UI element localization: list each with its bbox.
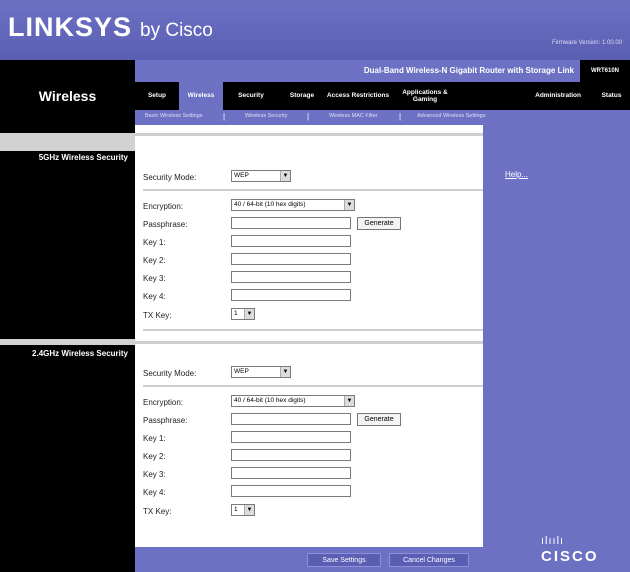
txkey-label-24ghz: TX Key: (143, 507, 172, 516)
subtab-basic-wireless-settings[interactable]: Basic Wireless Settings (145, 113, 202, 119)
main-tab-bar: Setup Wireless Security Storage Access R… (135, 82, 630, 110)
txkey-select-24ghz[interactable]: 1 ▼ (231, 504, 255, 516)
left-divider-top (0, 133, 135, 151)
subtab-advanced-wireless-settings[interactable]: Advanced Wireless Settings (417, 113, 485, 119)
chevron-down-icon: ▼ (344, 200, 354, 210)
key1-input-24ghz[interactable] (231, 431, 351, 443)
key3-label-24ghz: Key 3: (143, 470, 166, 479)
key4-input-24ghz[interactable] (231, 485, 351, 497)
header-banner: LINKSYS by Cisco Firmware Version: 1.00.… (0, 0, 630, 60)
key1-label-24ghz: Key 1: (143, 434, 166, 443)
encryption-label-5ghz: Encryption: (143, 202, 184, 211)
firmware-version: Firmware Version: 1.00.00 (551, 40, 622, 46)
key3-label-5ghz: Key 3: (143, 274, 166, 283)
subtab-wireless-security[interactable]: Wireless Security (245, 113, 287, 119)
page-section-title: Wireless (38, 88, 97, 104)
chevron-down-icon: ▼ (280, 367, 290, 377)
key1-label-5ghz: Key 1: (143, 238, 166, 247)
cisco-logo: CISCO (541, 548, 599, 565)
passphrase-label-24ghz: Passphrase: (143, 416, 188, 425)
generate-button-5ghz[interactable]: Generate (357, 217, 401, 230)
security-mode-label-24ghz: Security Mode: (143, 369, 197, 378)
key3-input-5ghz[interactable] (231, 271, 351, 283)
key2-label-5ghz: Key 2: (143, 256, 166, 265)
product-bar: Dual-Band Wireless-N Gigabit Router with… (135, 60, 630, 82)
section-divider (143, 385, 483, 387)
save-settings-button[interactable]: Save Settings (307, 553, 381, 567)
key2-label-24ghz: Key 2: (143, 452, 166, 461)
txkey-label-5ghz: TX Key: (143, 311, 172, 320)
security-mode-select-5ghz[interactable]: WEP ▼ (231, 170, 291, 182)
key1-input-5ghz[interactable] (231, 235, 351, 247)
cancel-changes-button[interactable]: Cancel Changes (389, 553, 469, 567)
help-link[interactable]: Help... (505, 170, 528, 179)
key4-label-24ghz: Key 4: (143, 488, 166, 497)
tab-administration[interactable]: Administration (459, 82, 593, 110)
help-column: Help... ılıılı CISCO (483, 125, 630, 572)
passphrase-input-24ghz[interactable] (231, 413, 351, 425)
section-divider (135, 133, 483, 136)
section-divider (135, 341, 483, 344)
passphrase-input-5ghz[interactable] (231, 217, 351, 229)
tab-applications-gaming[interactable]: Applications & Gaming (391, 82, 459, 110)
key2-input-5ghz[interactable] (231, 253, 351, 265)
key2-input-24ghz[interactable] (231, 449, 351, 461)
section-divider (143, 329, 483, 331)
tab-wireless[interactable]: Wireless (179, 82, 223, 110)
cisco-logo-bars-icon: ılıılı (541, 535, 565, 547)
key3-input-24ghz[interactable] (231, 467, 351, 479)
subtab-wireless-mac-filter[interactable]: Wireless MAC Filter (329, 113, 378, 119)
left-divider-mid (0, 339, 135, 345)
tab-storage[interactable]: Storage (279, 82, 325, 110)
txkey-select-5ghz[interactable]: 1 ▼ (231, 308, 255, 320)
tab-status[interactable]: Status (593, 82, 630, 110)
by-cisco-logo: by Cisco (140, 20, 213, 41)
generate-button-24ghz[interactable]: Generate (357, 413, 401, 426)
tab-security[interactable]: Security (223, 82, 279, 110)
security-mode-label-5ghz: Security Mode: (143, 173, 197, 182)
chevron-down-icon: ▼ (244, 309, 254, 319)
section-label-5ghz: 5GHz Wireless Security (38, 153, 128, 162)
passphrase-label-5ghz: Passphrase: (143, 220, 188, 229)
tab-setup[interactable]: Setup (135, 82, 179, 110)
settings-content-area: Security Mode: WEP ▼ Encryption: 40 / 64… (135, 125, 483, 547)
model-number: WRT610N (580, 60, 630, 82)
subtab-separator: | (223, 112, 226, 121)
encryption-label-24ghz: Encryption: (143, 398, 184, 407)
chevron-down-icon: ▼ (280, 171, 290, 181)
key4-input-5ghz[interactable] (231, 289, 351, 301)
product-name: Dual-Band Wireless-N Gigabit Router with… (363, 66, 574, 75)
section-divider (143, 189, 483, 191)
tab-access-restrictions[interactable]: Access Restrictions (325, 82, 391, 110)
section-label-24ghz: 2.4GHz Wireless Security (32, 349, 128, 358)
key4-label-5ghz: Key 4: (143, 292, 166, 301)
subtab-bar: Basic Wireless Settings | Wireless Secur… (135, 110, 630, 125)
chevron-down-icon: ▼ (344, 396, 354, 406)
encryption-select-5ghz[interactable]: 40 / 64-bit (10 hex digits) ▼ (231, 199, 355, 211)
security-mode-select-24ghz[interactable]: WEP ▼ (231, 366, 291, 378)
chevron-down-icon: ▼ (244, 505, 254, 515)
subtab-separator: | (399, 112, 402, 121)
linksys-logo: LINKSYS (8, 12, 133, 42)
action-bar: Save Settings Cancel Changes (135, 547, 483, 572)
encryption-select-24ghz[interactable]: 40 / 64-bit (10 hex digits) ▼ (231, 395, 355, 407)
subtab-separator: | (307, 112, 310, 121)
